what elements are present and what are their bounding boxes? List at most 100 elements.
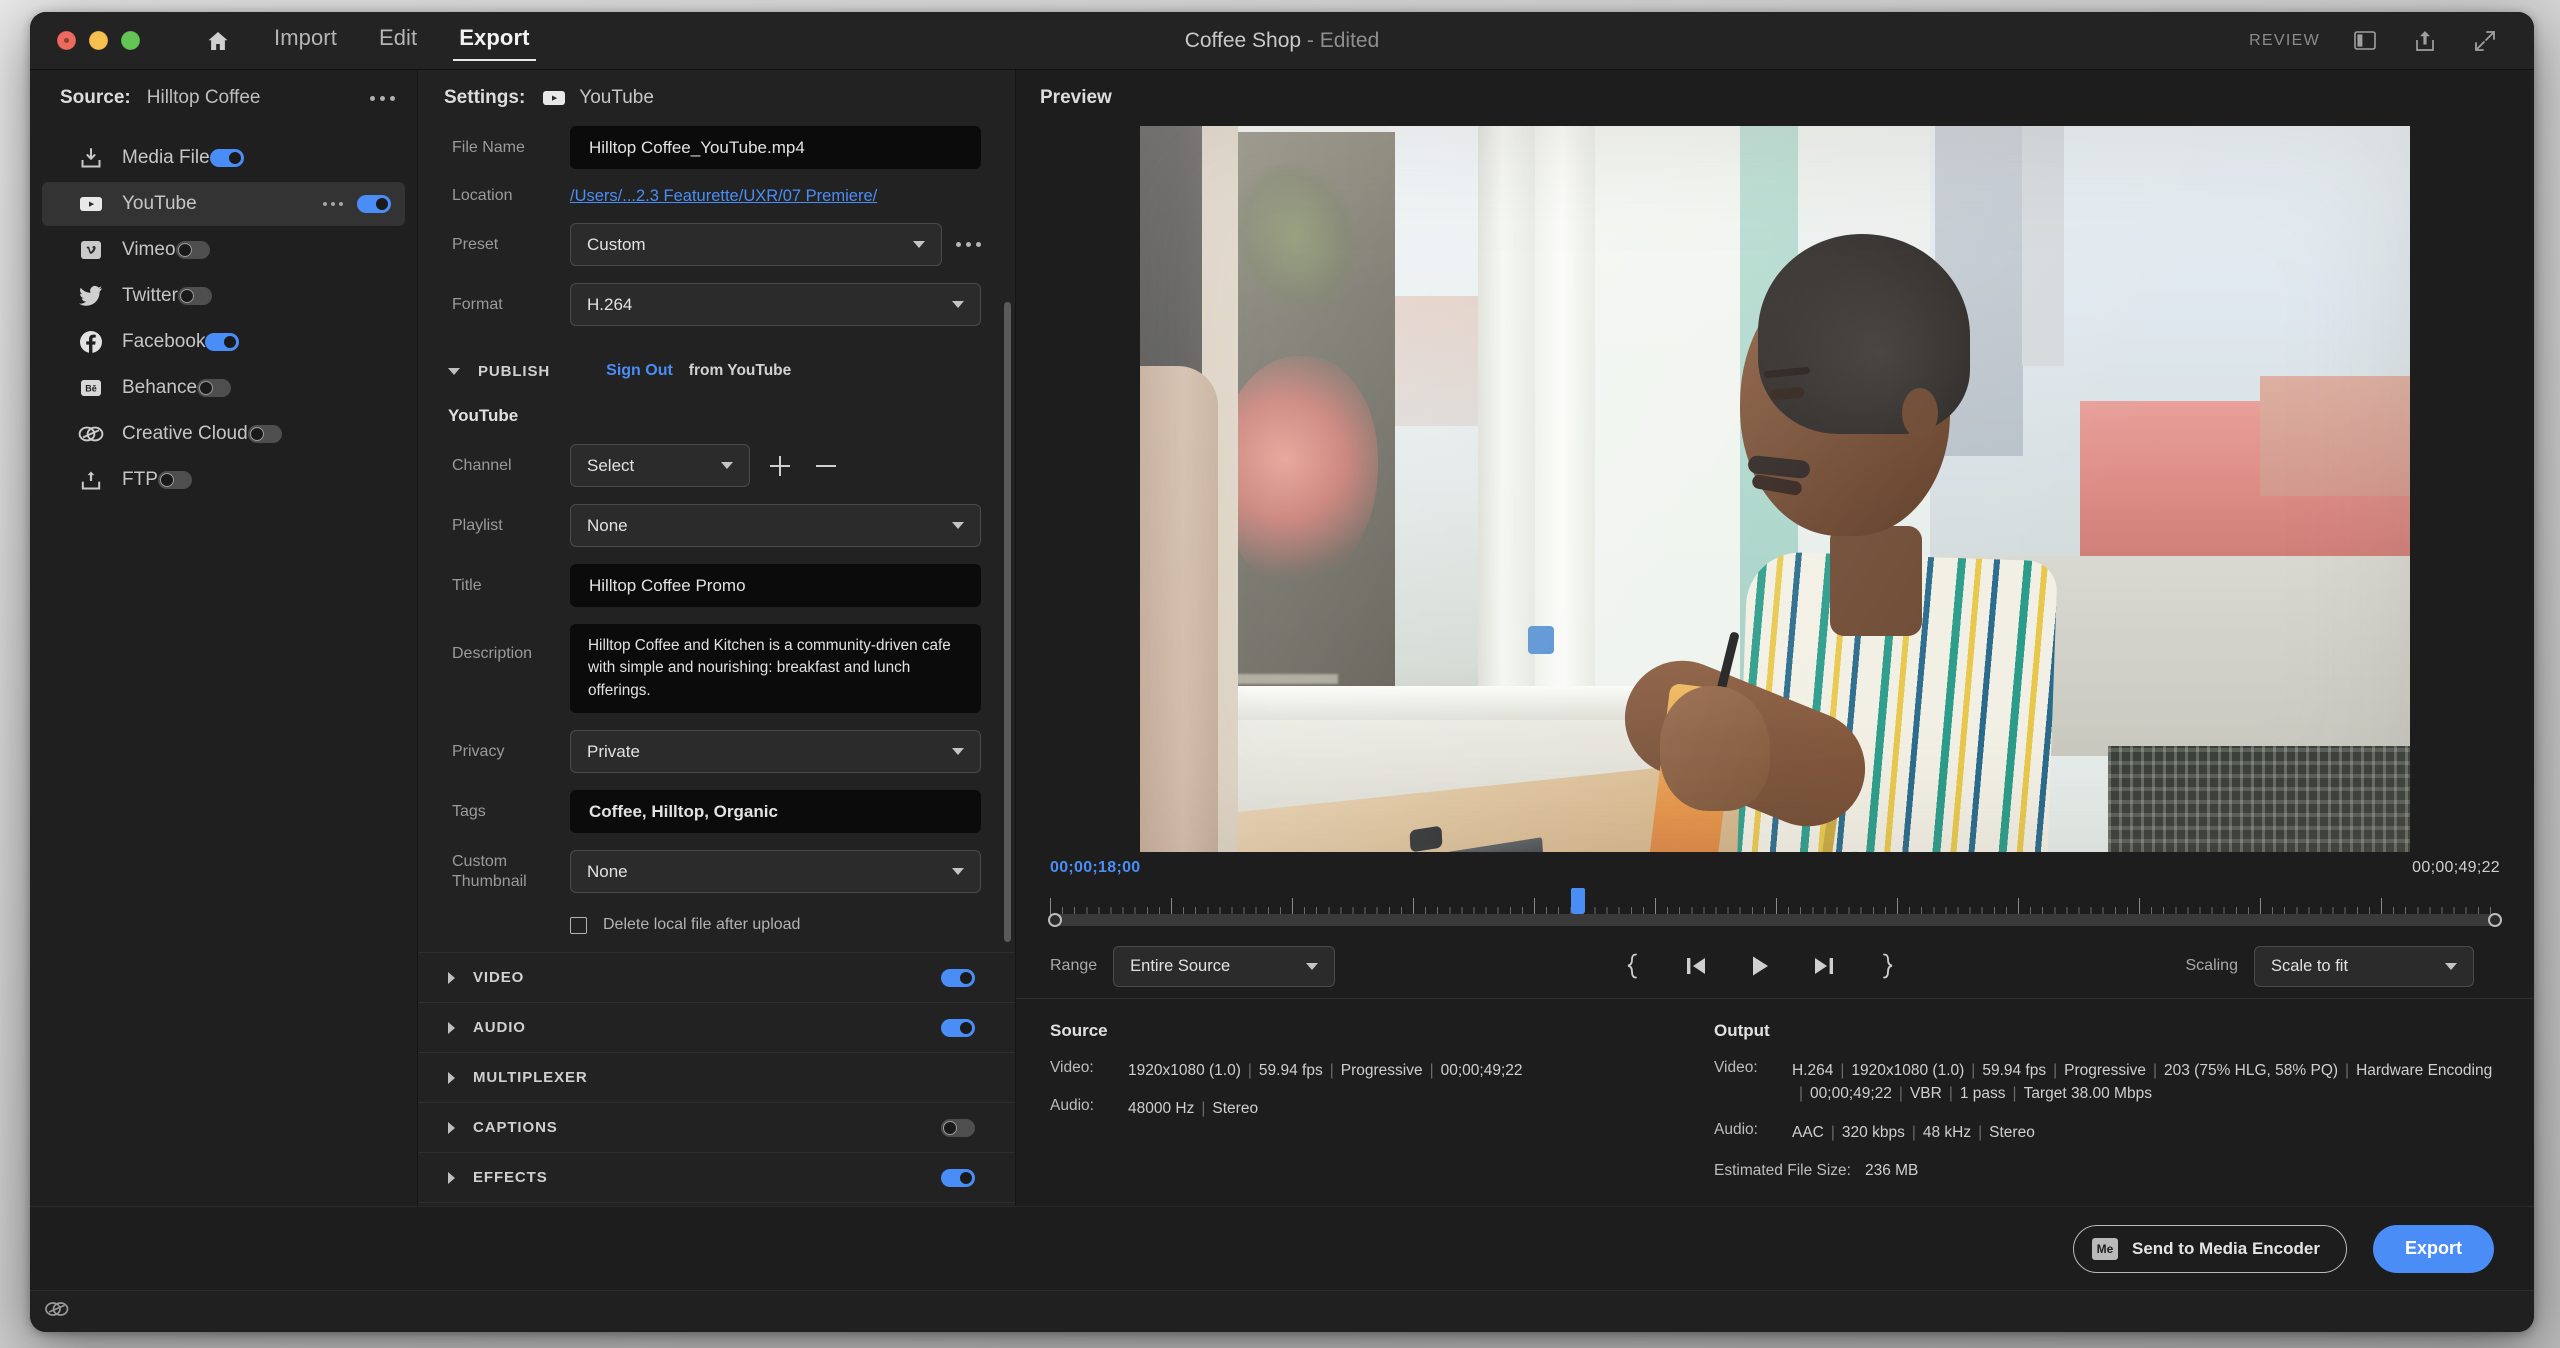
output-audio-value: AAC|320 kbps|48 kHz|Stereo [1792,1121,2035,1144]
source-more-options-icon[interactable] [370,96,395,101]
sidebar-item-label: Behance [122,377,197,399]
tab-export[interactable]: Export [457,19,531,63]
play-icon[interactable] [1745,951,1775,981]
vimeo-toggle[interactable] [176,241,210,259]
preview-subject-ear [1902,388,1938,438]
location-link[interactable]: /Users/...2.3 Featurette/UXR/07 Premiere… [570,187,877,206]
facebook-icon [78,329,104,355]
channel-row: Channel Select [418,444,1015,487]
section-captions[interactable]: CAPTIONS [418,1103,1015,1153]
timeline-zone: 00;00;18;00 00;00;49;22 Range Entire S [1016,852,2534,998]
output-audio-label: Audio: [1714,1121,1792,1144]
title-bar: Import Edit Export Coffee Shop - Edited … [30,12,2534,70]
privacy-select[interactable]: Private [570,730,981,773]
preview-poster-text [1228,674,1338,684]
sidebar-item-youtube[interactable]: YouTube [42,182,405,226]
creative-cloud-icon[interactable] [44,1298,70,1325]
audio-toggle[interactable] [941,1019,975,1037]
sidebar-item-behance[interactable]: Bē Behance [42,366,405,410]
twitter-toggle[interactable] [178,287,212,305]
range-in-handle[interactable] [1048,913,1062,927]
sidebar-item-ftp[interactable]: FTP [42,458,405,502]
tab-import[interactable]: Import [272,19,339,63]
delete-local-file-checkbox[interactable] [570,917,587,934]
creative-cloud-toggle[interactable] [248,425,282,443]
facebook-toggle[interactable] [205,333,239,351]
mark-out-icon[interactable] [1873,951,1903,981]
section-label: CAPTIONS [473,1119,558,1136]
title-label: Title [452,576,570,596]
sidebar-item-facebook[interactable]: Facebook [42,320,405,364]
send-to-media-encoder-button[interactable]: Me Send to Media Encoder [2073,1225,2347,1273]
section-effects[interactable]: EFFECTS [418,1153,1015,1203]
preset-select[interactable]: Custom [570,223,942,266]
sidebar-item-label: YouTube [122,193,197,215]
format-select[interactable]: H.264 [570,283,981,326]
timeline-scrubber[interactable] [1042,888,2508,932]
tags-input[interactable]: Coffee, Hilltop, Organic [570,790,981,833]
delete-local-file-row: Delete local file after upload [418,910,1015,934]
youtube-more-options-icon[interactable] [323,202,343,206]
output-codec: H.264 [1792,1062,1833,1079]
range-out-handle[interactable] [2488,913,2502,927]
maximize-window-button[interactable] [121,31,140,50]
panel-layout-icon[interactable] [2350,26,2380,56]
playlist-select[interactable]: None [570,504,981,547]
scaling-select[interactable]: Scale to fit [2254,946,2474,987]
close-window-button[interactable] [57,31,76,50]
minimize-window-button[interactable] [89,31,108,50]
step-forward-icon[interactable] [1809,951,1839,981]
home-icon[interactable] [200,23,236,59]
playhead[interactable] [1571,888,1585,914]
publish-section-header[interactable]: PUBLISH Sign Out from YouTube [418,348,1015,394]
mark-in-icon[interactable] [1617,951,1647,981]
sidebar-item-label: Media File [122,147,210,169]
sidebar-item-vimeo[interactable]: Vimeo [42,228,405,272]
export-button[interactable]: Export [2373,1225,2494,1273]
youtube-toggle[interactable] [357,195,391,213]
section-audio[interactable]: AUDIO [418,1003,1015,1053]
captions-toggle[interactable] [941,1119,975,1137]
location-label: Location [452,186,570,206]
custom-thumbnail-select[interactable]: None [570,850,981,893]
range-track[interactable] [1050,914,2500,926]
sidebar-item-twitter[interactable]: Twitter [42,274,405,318]
section-multiplexer[interactable]: MULTIPLEXER [418,1053,1015,1103]
title-input[interactable]: Hilltop Coffee Promo [570,564,981,607]
behance-toggle[interactable] [197,379,231,397]
sign-out-link[interactable]: Sign Out [606,362,673,380]
source-video-value: 1920x1080 (1.0)|59.94 fps|Progressive|00… [1128,1059,1523,1082]
file-name-input[interactable]: Hilltop Coffee_YouTube.mp4 [570,126,981,169]
video-preview-frame[interactable] [1140,126,2410,852]
preset-more-icon[interactable] [956,242,981,247]
range-select[interactable]: Entire Source [1113,946,1335,987]
effects-toggle[interactable] [941,1169,975,1187]
sidebar-item-creative-cloud[interactable]: Creative Cloud [42,412,405,456]
source-audio-value: 48000 Hz|Stereo [1128,1097,1258,1120]
time-readout-row: 00;00;18;00 00;00;49;22 [1042,852,2508,884]
settings-label: Settings: [444,87,525,109]
channel-select[interactable]: Select [570,444,750,487]
share-icon[interactable] [2410,26,2440,56]
add-channel-icon[interactable] [770,456,790,476]
export-settings-panel: Settings: YouTube File Name Hilltop Coff… [418,70,1016,1206]
preview-subject-eye [1770,387,1805,400]
description-textarea[interactable]: Hilltop Coffee and Kitchen is a communit… [570,624,981,713]
fullscreen-icon[interactable] [2470,26,2500,56]
sidebar-item-media-file[interactable]: Media File [42,136,405,180]
media-file-toggle[interactable] [210,149,244,167]
remove-channel-icon[interactable] [816,456,836,476]
channel-value: Select [587,456,634,476]
sidebar-item-label: Creative Cloud [122,423,248,445]
section-video[interactable]: VIDEO [418,953,1015,1003]
settings-scrollbar[interactable] [1004,302,1011,942]
step-back-icon[interactable] [1681,951,1711,981]
video-toggle[interactable] [941,969,975,987]
ftp-toggle[interactable] [158,471,192,489]
source-audio-line: Audio: 48000 Hz|Stereo [1050,1097,1674,1120]
source-audio-channels: Stereo [1212,1100,1258,1117]
file-name-row: File Name Hilltop Coffee_YouTube.mp4 [418,126,1015,169]
youtube-icon [541,85,567,111]
tab-edit[interactable]: Edit [377,19,419,63]
output-audio-line: Audio: AAC|320 kbps|48 kHz|Stereo [1714,1121,2494,1144]
